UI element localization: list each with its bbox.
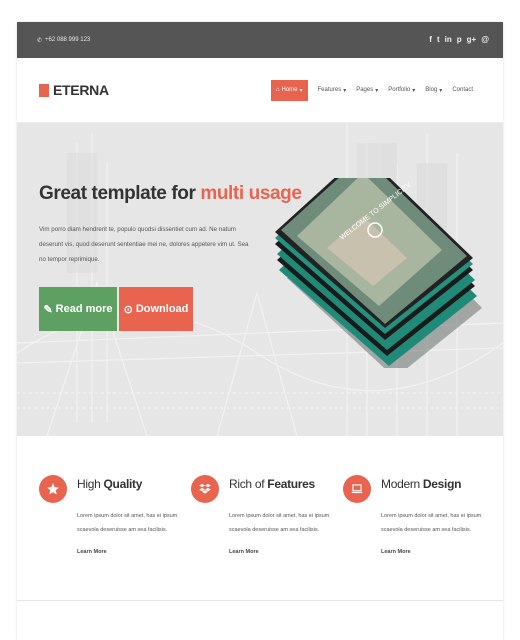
- nav-item-label: Home: [281, 87, 298, 93]
- chevron-down-icon: ▾: [375, 87, 379, 94]
- nav-item-label: Pages: [356, 87, 374, 93]
- nav-item-label: Portfolio: [388, 87, 411, 93]
- twitter-icon[interactable]: t: [437, 36, 440, 44]
- logo-mark-icon: [39, 83, 49, 97]
- page-frame: ✆ +62 088 999 123 f t in p g+ @ ETERNA ⌂…: [17, 22, 503, 640]
- hero-title: Great template for multi usage: [39, 183, 302, 205]
- read-more-label: Read more: [55, 303, 113, 315]
- hero-text: Vim porro diam hendrerit te, populo quod…: [39, 226, 249, 263]
- chevron-down-icon: ▾: [343, 87, 347, 94]
- nav-item-pages[interactable]: Pages ▾: [356, 87, 378, 94]
- feature-text: Lorem ipsum dolor sit amet, has ei ipsum…: [229, 513, 330, 533]
- feature-text: Lorem ipsum dolor sit amet, has ei ipsum…: [77, 513, 178, 533]
- nav-item-portfolio[interactable]: Portfolio ▾: [388, 87, 415, 94]
- social-links: f t in p g+ @: [429, 36, 489, 44]
- dropbox-icon: [191, 475, 219, 503]
- phone-number: +62 088 999 123: [45, 37, 91, 43]
- pencil-icon: ✎: [43, 303, 53, 316]
- feature-text: Lorem ipsum dolor sit amet, has ei ipsum…: [381, 513, 482, 533]
- nav-item-blog[interactable]: Blog ▾: [425, 87, 442, 94]
- download-icon: ⊙: [123, 303, 133, 316]
- logo-text: ETERNA: [53, 82, 109, 98]
- laptop-icon: [343, 475, 371, 503]
- feature-title: High Quality: [77, 477, 143, 491]
- device-mockup-stack: WELCOME TO SIMPLICITY: [275, 178, 482, 368]
- nav-item-home[interactable]: ⌂ Home ▾: [270, 79, 308, 101]
- chevron-down-icon: ▾: [439, 87, 443, 94]
- download-button[interactable]: ⊙ Download: [119, 287, 193, 331]
- facebook-icon[interactable]: f: [429, 36, 432, 44]
- site-header: ETERNA ⌂ Home ▾ Features ▾ Pages ▾ Portf…: [17, 58, 503, 123]
- chevron-down-icon: ▾: [299, 87, 303, 94]
- feature-title: Modern Design: [381, 477, 462, 491]
- home-icon: ⌂: [275, 87, 280, 93]
- next-section: [17, 600, 503, 640]
- star-icon: [39, 475, 67, 503]
- learn-more-link[interactable]: Learn More: [77, 549, 107, 555]
- learn-more-link[interactable]: Learn More: [381, 549, 411, 555]
- nav-item-label: Contact: [452, 87, 473, 93]
- nav-item-label: Blog: [425, 87, 438, 93]
- hero-title-plain: Great template for: [39, 183, 201, 204]
- pinterest-icon[interactable]: p: [457, 36, 462, 44]
- download-label: Download: [135, 303, 189, 315]
- hero-section: Great template for multi usage Vim porro…: [17, 123, 503, 436]
- top-bar: ✆ +62 088 999 123 f t in p g+ @: [17, 22, 503, 58]
- nav-item-features[interactable]: Features ▾: [318, 87, 347, 94]
- chevron-down-icon: ▾: [412, 87, 416, 94]
- phone-info: ✆ +62 088 999 123: [37, 37, 90, 44]
- feature-title: Rich of Features: [229, 477, 315, 491]
- main-nav: ⌂ Home ▾ Features ▾ Pages ▾ Portfolio ▾ …: [270, 79, 473, 101]
- nav-item-contact[interactable]: Contact: [452, 87, 473, 93]
- dribbble-icon[interactable]: @: [481, 36, 489, 44]
- phone-icon: ✆: [37, 37, 43, 44]
- nav-item-label: Features: [317, 87, 342, 93]
- features-section: High Quality Lorem ipsum dolor sit amet,…: [17, 435, 503, 595]
- read-more-button[interactable]: ✎ Read more: [39, 287, 117, 331]
- learn-more-link[interactable]: Learn More: [229, 549, 259, 555]
- google-plus-icon[interactable]: g+: [467, 36, 477, 44]
- logo[interactable]: ETERNA: [39, 82, 109, 98]
- linkedin-icon[interactable]: in: [445, 36, 452, 44]
